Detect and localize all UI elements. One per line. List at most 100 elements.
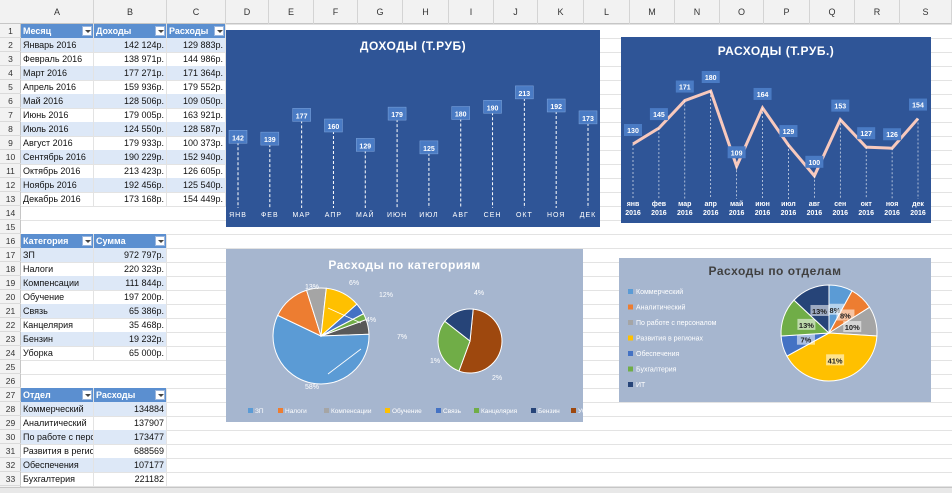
- filter-dropdown-icon[interactable]: [155, 26, 165, 36]
- table-header-cell[interactable]: Доходы: [94, 24, 167, 38]
- column-header-q[interactable]: Q: [810, 0, 855, 24]
- row-header-29[interactable]: 29: [0, 416, 21, 430]
- table-cell[interactable]: 138 971р.: [94, 52, 167, 66]
- table-cell[interactable]: 129 883р.: [167, 38, 226, 52]
- table-cell[interactable]: Развития в регио: [21, 444, 94, 458]
- column-header-b[interactable]: B: [94, 0, 167, 24]
- table-cell[interactable]: 128 506р.: [94, 94, 167, 108]
- table-cell[interactable]: По работе с персо: [21, 430, 94, 444]
- row-header-8[interactable]: 8: [0, 122, 21, 136]
- table-cell[interactable]: Бензин: [21, 332, 94, 346]
- row-header-14[interactable]: 14: [0, 206, 21, 220]
- row-header-1[interactable]: 1: [0, 24, 21, 38]
- row-header-5[interactable]: 5: [0, 80, 21, 94]
- table-cell[interactable]: 100 373р.: [167, 136, 226, 150]
- row-header-27[interactable]: 27: [0, 388, 21, 402]
- filter-dropdown-icon[interactable]: [82, 390, 92, 400]
- row-header-18[interactable]: 18: [0, 262, 21, 276]
- row-header-23[interactable]: 23: [0, 332, 21, 346]
- table-cell[interactable]: 190 229р.: [94, 150, 167, 164]
- table-cell[interactable]: 177 271р.: [94, 66, 167, 80]
- table-cell[interactable]: Июль 2016: [21, 122, 94, 136]
- table-cell[interactable]: Апрель 2016: [21, 80, 94, 94]
- row-header-10[interactable]: 10: [0, 150, 21, 164]
- row-header-30[interactable]: 30: [0, 430, 21, 444]
- table-cell[interactable]: Обеспечения: [21, 458, 94, 472]
- table-cell[interactable]: Январь 2016: [21, 38, 94, 52]
- table-cell[interactable]: 179 933р.: [94, 136, 167, 150]
- table-cell[interactable]: 19 232р.: [94, 332, 167, 346]
- table-cell[interactable]: Октябрь 2016: [21, 164, 94, 178]
- filter-dropdown-icon[interactable]: [214, 26, 224, 36]
- row-header-21[interactable]: 21: [0, 304, 21, 318]
- column-header-r[interactable]: R: [855, 0, 900, 24]
- filter-dropdown-icon[interactable]: [155, 390, 165, 400]
- table-cell[interactable]: 179 005р.: [94, 108, 167, 122]
- row-header-15[interactable]: 15: [0, 220, 21, 234]
- table-header-cell[interactable]: Отдел: [21, 388, 94, 402]
- sheet-scroll-bar[interactable]: [0, 487, 952, 493]
- table-cell[interactable]: 173 168р.: [94, 192, 167, 206]
- table-header-cell[interactable]: Категория: [21, 234, 94, 248]
- table-cell[interactable]: 154 449р.: [167, 192, 226, 206]
- table-cell[interactable]: 142 124р.: [94, 38, 167, 52]
- table-cell[interactable]: Канцелярия: [21, 318, 94, 332]
- table-cell[interactable]: Ноябрь 2016: [21, 178, 94, 192]
- row-header-9[interactable]: 9: [0, 136, 21, 150]
- row-header-7[interactable]: 7: [0, 108, 21, 122]
- row-header-20[interactable]: 20: [0, 290, 21, 304]
- row-header-6[interactable]: 6: [0, 94, 21, 108]
- row-header-32[interactable]: 32: [0, 458, 21, 472]
- table-cell[interactable]: ЗП: [21, 248, 94, 262]
- category-pie-chart[interactable]: Расходы по категориям 58% 13% 6% 12% 4% 7% 1% 2…: [226, 249, 583, 422]
- table-cell[interactable]: Август 2016: [21, 136, 94, 150]
- row-header-33[interactable]: 33: [0, 472, 21, 486]
- table-cell[interactable]: Июнь 2016: [21, 108, 94, 122]
- row-header-4[interactable]: 4: [0, 66, 21, 80]
- table-header-cell[interactable]: Расходы: [94, 388, 167, 402]
- row-header-12[interactable]: 12: [0, 178, 21, 192]
- table-cell[interactable]: Уборка: [21, 346, 94, 360]
- row-header-24[interactable]: 24: [0, 346, 21, 360]
- table-cell[interactable]: 688569: [94, 444, 167, 458]
- table-cell[interactable]: 124 550р.: [94, 122, 167, 136]
- column-header-m[interactable]: M: [630, 0, 675, 24]
- table-cell[interactable]: 107177: [94, 458, 167, 472]
- table-cell[interactable]: 192 456р.: [94, 178, 167, 192]
- column-header-n[interactable]: N: [675, 0, 720, 24]
- expense-chart[interactable]: РАСХОДЫ (Т.РУБ.) 130 янв 2016 145 фев 2016 171…: [621, 37, 931, 223]
- table-cell[interactable]: Налоги: [21, 262, 94, 276]
- table-header-cell[interactable]: Месяц: [21, 24, 94, 38]
- column-header-c[interactable]: C: [167, 0, 226, 24]
- table-cell[interactable]: 35 468р.: [94, 318, 167, 332]
- column-header-f[interactable]: F: [314, 0, 358, 24]
- table-cell[interactable]: 134884: [94, 402, 167, 416]
- column-header-k[interactable]: K: [538, 0, 584, 24]
- table-cell[interactable]: 972 797р.: [94, 248, 167, 262]
- table-cell[interactable]: 126 605р.: [167, 164, 226, 178]
- table-cell[interactable]: 109 050р.: [167, 94, 226, 108]
- filter-dropdown-icon[interactable]: [82, 26, 92, 36]
- row-header-25[interactable]: 25: [0, 360, 21, 374]
- row-header-22[interactable]: 22: [0, 318, 21, 332]
- column-header-h[interactable]: H: [403, 0, 449, 24]
- table-cell[interactable]: 159 936р.: [94, 80, 167, 94]
- table-cell[interactable]: Март 2016: [21, 66, 94, 80]
- table-cell[interactable]: 179 552р.: [167, 80, 226, 94]
- row-header-2[interactable]: 2: [0, 38, 21, 52]
- row-header-11[interactable]: 11: [0, 164, 21, 178]
- column-header-a[interactable]: A: [21, 0, 94, 24]
- column-header-s[interactable]: S: [900, 0, 952, 24]
- row-header-17[interactable]: 17: [0, 248, 21, 262]
- column-header-o[interactable]: O: [720, 0, 764, 24]
- table-cell[interactable]: 171 364р.: [167, 66, 226, 80]
- filter-dropdown-icon[interactable]: [155, 236, 165, 246]
- table-cell[interactable]: 152 940р.: [167, 150, 226, 164]
- table-cell[interactable]: Декабрь 2016: [21, 192, 94, 206]
- row-header-28[interactable]: 28: [0, 402, 21, 416]
- table-cell[interactable]: 128 587р.: [167, 122, 226, 136]
- row-header-3[interactable]: 3: [0, 52, 21, 66]
- table-cell[interactable]: 111 844р.: [94, 276, 167, 290]
- table-header-cell[interactable]: Сумма: [94, 234, 167, 248]
- row-header-16[interactable]: 16: [0, 234, 21, 248]
